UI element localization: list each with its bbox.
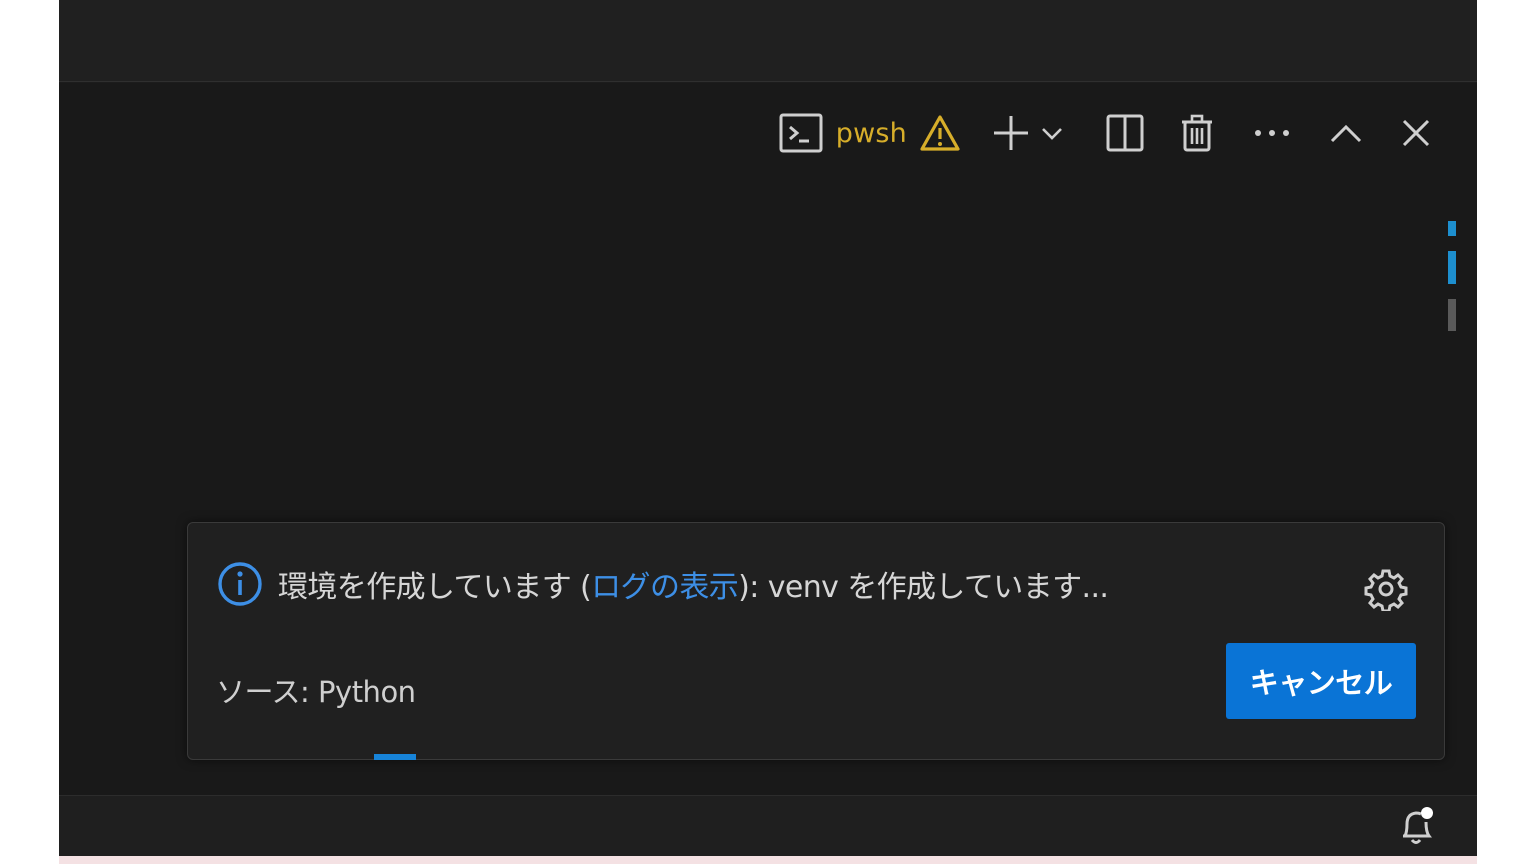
warning-icon xyxy=(920,115,960,151)
split-terminal-button[interactable] xyxy=(1105,113,1145,153)
trash-icon xyxy=(1182,114,1212,152)
split-icon xyxy=(1106,114,1144,152)
kill-terminal-button[interactable] xyxy=(1179,113,1215,153)
notification-settings-button[interactable] xyxy=(1364,567,1408,615)
page-edge xyxy=(59,856,1477,864)
terminal-profile[interactable]: pwsh xyxy=(778,107,961,159)
progress-indicator xyxy=(374,754,416,760)
cancel-button[interactable]: キャンセル xyxy=(1226,643,1416,719)
progress-notification: 環境を作成しています (ログの表示): venv を作成しています... ソース… xyxy=(187,522,1445,760)
terminal-launch-profile-button[interactable] xyxy=(1039,120,1065,146)
more-actions-button[interactable] xyxy=(1253,127,1291,139)
show-log-link[interactable]: ログの表示 xyxy=(591,570,739,605)
chevron-down-icon xyxy=(1042,128,1062,140)
gear-icon xyxy=(1364,569,1408,613)
message-prefix: 環境を作成しています ( xyxy=(278,570,592,605)
terminal-profile-label: pwsh xyxy=(835,117,907,149)
bell-icon xyxy=(1403,807,1433,844)
message-suffix: ): venv を作成しています... xyxy=(738,570,1109,605)
more-icon xyxy=(1255,130,1289,136)
notifications-bell-button[interactable] xyxy=(1397,804,1437,852)
chevron-up-icon xyxy=(1330,124,1362,143)
editor-area xyxy=(59,0,1477,82)
terminal-toolbar: pwsh xyxy=(778,107,1431,159)
new-terminal-button[interactable] xyxy=(991,113,1031,153)
scroll-mark xyxy=(1448,251,1456,284)
terminal-panel[interactable]: pwsh 環境を作成しています (ログの表示): venv を作成しています..… xyxy=(59,83,1477,795)
close-panel-button[interactable] xyxy=(1401,118,1431,148)
notification-message: 環境を作成しています (ログの表示): venv を作成しています... xyxy=(278,562,1109,606)
scroll-mark xyxy=(1448,221,1456,236)
notification-message-row: 環境を作成しています (ログの表示): venv を作成しています... xyxy=(216,559,1414,609)
status-bar xyxy=(59,795,1477,856)
close-icon xyxy=(1402,119,1430,147)
scroll-mark xyxy=(1448,299,1456,331)
vscode-window: pwsh 環境を作成しています (ログの表示): venv を作成しています..… xyxy=(59,0,1477,856)
terminal-icon xyxy=(779,113,823,153)
maximize-panel-button[interactable] xyxy=(1329,121,1363,145)
info-icon xyxy=(218,562,262,606)
notification-source: ソース: Python xyxy=(216,675,416,709)
plus-icon xyxy=(994,116,1028,150)
